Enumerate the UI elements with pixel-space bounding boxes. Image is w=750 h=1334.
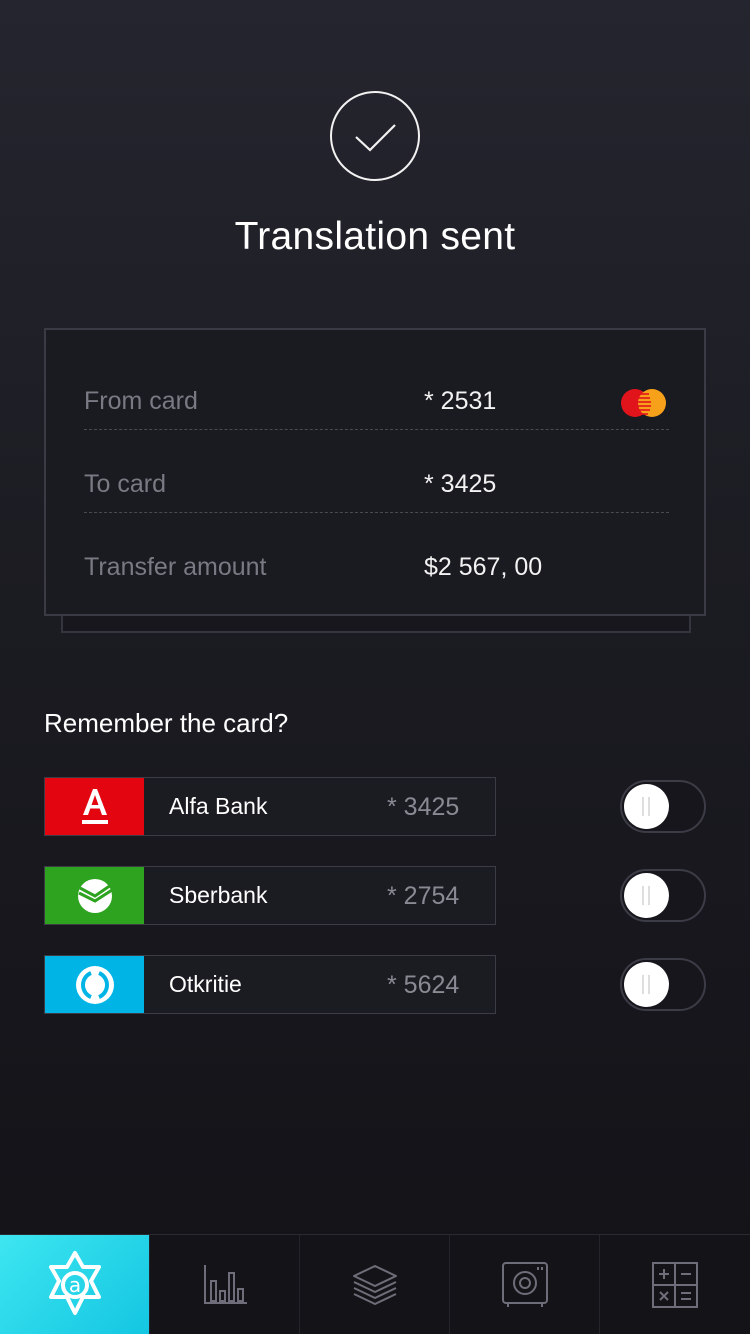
from-card-label: From card [84, 387, 198, 415]
svg-text:a: a [68, 1273, 80, 1297]
to-card-value: * 3425 [424, 470, 497, 498]
tab-home[interactable]: a [0, 1235, 150, 1334]
remember-toggle-sberbank[interactable] [620, 869, 706, 922]
sberbank-logo [45, 867, 144, 924]
bank-name: Sberbank [169, 882, 268, 908]
bank-name: Otkritie [169, 971, 242, 997]
card-number: * 2754 [387, 882, 460, 910]
app-logo-icon: a [48, 1251, 101, 1315]
transfer-amount-label: Transfer amount [84, 553, 267, 581]
safe-icon [501, 1262, 548, 1307]
page-title: Translation sent [234, 215, 516, 258]
remember-toggle-alfa[interactable] [620, 780, 706, 833]
tab-cards[interactable] [300, 1235, 450, 1334]
bank-card-otkritie[interactable]: Otkritie * 5624 [44, 955, 496, 1014]
alfa-bank-logo [45, 778, 144, 835]
from-card-value: * 2531 [424, 387, 497, 415]
layers-icon [352, 1265, 397, 1305]
transfer-amount-value: $2 567, 00 [424, 553, 543, 581]
bank-name: Alfa Bank [169, 793, 268, 819]
bank-card-alfa[interactable]: Alfa Bank * 3425 [44, 777, 496, 836]
transfer-amount-row: Transfer amount $2 567, 00 [84, 513, 669, 596]
otkritie-logo [45, 956, 144, 1013]
from-card-row: From card * 2531 [84, 347, 669, 430]
tab-safe[interactable] [450, 1235, 600, 1334]
tab-calculator[interactable] [600, 1235, 750, 1334]
card-number: * 5624 [387, 971, 460, 999]
checkmark-circle-icon [330, 91, 420, 181]
remember-toggle-otkritie[interactable] [620, 958, 706, 1011]
tab-statistics[interactable] [150, 1235, 300, 1334]
mastercard-icon [621, 389, 666, 417]
bar-chart-icon [203, 1265, 247, 1304]
toggle-knob [624, 962, 669, 1007]
card-number: * 3425 [387, 793, 460, 821]
remember-card-heading: Remember the card? [44, 708, 289, 738]
toggle-knob [624, 873, 669, 918]
calculator-icon [652, 1262, 698, 1308]
bank-card-sberbank[interactable]: Sberbank * 2754 [44, 866, 496, 925]
to-card-label: To card [84, 470, 166, 498]
to-card-row: To card * 3425 [84, 430, 669, 513]
bottom-tab-bar: a [0, 1234, 750, 1334]
transfer-details-card: From card * 2531 To card * 3425 Transfer… [44, 328, 706, 616]
toggle-knob [624, 784, 669, 829]
